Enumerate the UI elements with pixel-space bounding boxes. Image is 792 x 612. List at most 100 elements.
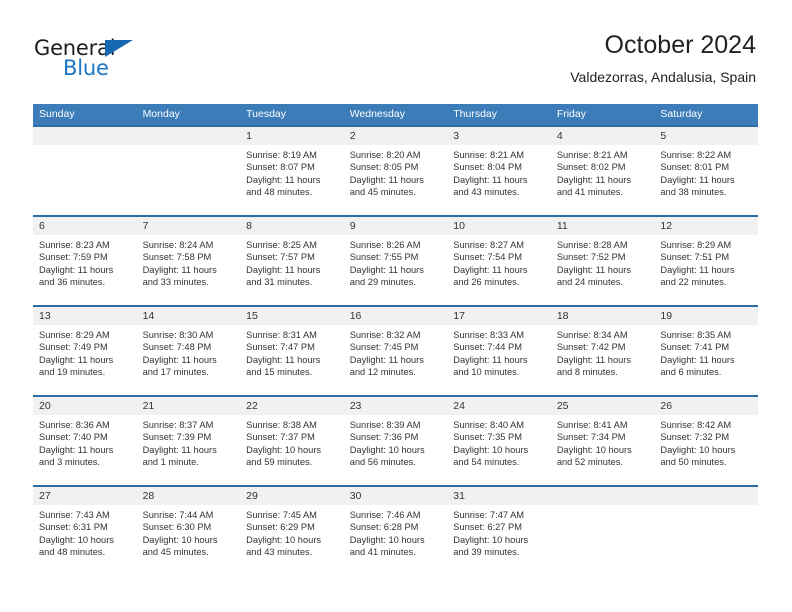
daylight-text-line1: Daylight: 11 hours <box>660 174 735 185</box>
day-number: 11 <box>550 217 655 235</box>
day-info: Sunrise: 8:31 AM Sunset: 7:47 PM Dayligh… <box>240 325 344 379</box>
day-number <box>33 127 137 145</box>
day-cell[interactable]: 16 Sunrise: 8:32 AM Sunset: 7:45 PM Dayl… <box>343 305 448 396</box>
day-cell[interactable]: 18 Sunrise: 8:34 AM Sunset: 7:42 PM Dayl… <box>550 305 655 396</box>
day-cell[interactable]: 1 Sunrise: 8:19 AM Sunset: 8:07 PM Dayli… <box>240 125 344 216</box>
day-info: Sunrise: 8:34 AM Sunset: 7:42 PM Dayligh… <box>551 325 655 379</box>
day-info: Sunrise: 8:42 AM Sunset: 7:32 PM Dayligh… <box>654 415 758 469</box>
day-info: Sunrise: 8:33 AM Sunset: 7:44 PM Dayligh… <box>447 325 551 379</box>
day-cell[interactable] <box>654 485 758 575</box>
day-info: Sunrise: 8:28 AM Sunset: 7:52 PM Dayligh… <box>551 235 655 289</box>
day-cell[interactable]: 23 Sunrise: 8:39 AM Sunset: 7:36 PM Dayl… <box>343 395 448 486</box>
daylight-text-line1: Daylight: 10 hours <box>453 444 529 455</box>
sunrise-text: Sunrise: 8:34 AM <box>556 330 628 340</box>
weekday-header-thursday: Thursday <box>447 104 551 126</box>
sunset-text: Sunset: 7:54 PM <box>453 252 522 263</box>
sunset-text: Sunset: 7:37 PM <box>246 432 315 443</box>
sunset-text: Sunset: 8:04 PM <box>453 162 522 173</box>
sunrise-text: Sunrise: 8:38 AM <box>246 420 317 430</box>
day-cell[interactable]: 21 Sunrise: 8:37 AM Sunset: 7:39 PM Dayl… <box>136 395 241 486</box>
daylight-text-line1: Daylight: 11 hours <box>246 174 321 185</box>
day-cell[interactable]: 8 Sunrise: 8:25 AM Sunset: 7:57 PM Dayli… <box>240 215 344 306</box>
calendar-page: General Blue October 2024 Valdezorras, A… <box>0 0 792 612</box>
daylight-text-line2: and 45 minutes. <box>349 187 416 198</box>
day-number: 17 <box>447 307 551 325</box>
daylight-text-line2: and 50 minutes. <box>660 457 727 468</box>
day-cell[interactable]: 9 Sunrise: 8:26 AM Sunset: 7:55 PM Dayli… <box>343 215 448 306</box>
day-cell[interactable]: 3 Sunrise: 8:21 AM Sunset: 8:04 PM Dayli… <box>447 125 551 216</box>
day-cell[interactable]: 26 Sunrise: 8:42 AM Sunset: 7:32 PM Dayl… <box>654 395 758 486</box>
day-cell[interactable]: 28 Sunrise: 7:44 AM Sunset: 6:30 PM Dayl… <box>136 485 241 575</box>
day-number: 20 <box>33 397 137 415</box>
sunset-text: Sunset: 7:45 PM <box>349 342 419 353</box>
day-cell[interactable] <box>136 125 241 216</box>
daylight-text-line1: Daylight: 11 hours <box>39 264 114 275</box>
daylight-text-line1: Daylight: 11 hours <box>453 174 528 185</box>
day-cell[interactable]: 12 Sunrise: 8:29 AM Sunset: 7:51 PM Dayl… <box>654 215 758 306</box>
day-cell[interactable]: 11 Sunrise: 8:28 AM Sunset: 7:52 PM Dayl… <box>550 215 655 306</box>
daylight-text-line2: and 24 minutes. <box>556 277 623 288</box>
day-info <box>33 145 137 149</box>
day-info: Sunrise: 7:43 AM Sunset: 6:31 PM Dayligh… <box>33 505 137 559</box>
calendar-week-row: 6 Sunrise: 8:23 AM Sunset: 7:59 PM Dayli… <box>33 215 758 306</box>
daylight-text-line1: Daylight: 11 hours <box>246 264 321 275</box>
day-number: 25 <box>550 397 655 415</box>
daylight-text-line1: Daylight: 10 hours <box>246 534 322 545</box>
day-cell[interactable]: 6 Sunrise: 8:23 AM Sunset: 7:59 PM Dayli… <box>33 215 137 306</box>
day-cell[interactable] <box>550 485 655 575</box>
day-cell[interactable]: 19 Sunrise: 8:35 AM Sunset: 7:41 PM Dayl… <box>654 305 758 396</box>
daylight-text-line1: Daylight: 10 hours <box>349 444 425 455</box>
day-cell[interactable] <box>33 125 137 216</box>
sunrise-text: Sunrise: 8:25 AM <box>246 240 317 250</box>
day-number: 2 <box>343 127 448 145</box>
day-cell[interactable]: 20 Sunrise: 8:36 AM Sunset: 7:40 PM Dayl… <box>33 395 137 486</box>
day-number: 5 <box>654 127 758 145</box>
sunrise-text: Sunrise: 8:22 AM <box>660 150 732 160</box>
day-info <box>654 505 758 509</box>
sunset-text: Sunset: 7:58 PM <box>142 252 212 263</box>
day-cell[interactable]: 24 Sunrise: 8:40 AM Sunset: 7:35 PM Dayl… <box>447 395 551 486</box>
day-cell[interactable]: 5 Sunrise: 8:22 AM Sunset: 8:01 PM Dayli… <box>654 125 758 216</box>
day-info: Sunrise: 8:24 AM Sunset: 7:58 PM Dayligh… <box>137 235 241 289</box>
day-info: Sunrise: 8:20 AM Sunset: 8:05 PM Dayligh… <box>344 145 448 199</box>
day-cell[interactable]: 25 Sunrise: 8:41 AM Sunset: 7:34 PM Dayl… <box>550 395 655 486</box>
day-cell[interactable]: 27 Sunrise: 7:43 AM Sunset: 6:31 PM Dayl… <box>33 485 137 575</box>
sunrise-text: Sunrise: 8:24 AM <box>142 240 214 250</box>
day-number: 19 <box>654 307 758 325</box>
daylight-text-line1: Daylight: 10 hours <box>142 534 218 545</box>
daylight-text-line1: Daylight: 11 hours <box>39 354 114 365</box>
daylight-text-line2: and 52 minutes. <box>556 457 623 468</box>
daylight-text-line2: and 45 minutes. <box>142 547 209 558</box>
daylight-text-line2: and 48 minutes. <box>246 187 313 198</box>
day-cell[interactable]: 15 Sunrise: 8:31 AM Sunset: 7:47 PM Dayl… <box>240 305 344 396</box>
day-cell[interactable]: 30 Sunrise: 7:46 AM Sunset: 6:28 PM Dayl… <box>343 485 448 575</box>
day-number: 30 <box>343 487 448 505</box>
day-number: 13 <box>33 307 137 325</box>
sunset-text: Sunset: 7:35 PM <box>453 432 522 443</box>
day-number: 4 <box>550 127 655 145</box>
day-cell[interactable]: 14 Sunrise: 8:30 AM Sunset: 7:48 PM Dayl… <box>136 305 241 396</box>
day-cell[interactable]: 29 Sunrise: 7:45 AM Sunset: 6:29 PM Dayl… <box>240 485 344 575</box>
sunrise-text: Sunrise: 8:30 AM <box>142 330 214 340</box>
sunrise-text: Sunrise: 8:29 AM <box>39 330 110 340</box>
day-number: 24 <box>447 397 551 415</box>
day-info: Sunrise: 8:19 AM Sunset: 8:07 PM Dayligh… <box>240 145 344 199</box>
day-cell[interactable]: 4 Sunrise: 8:21 AM Sunset: 8:02 PM Dayli… <box>550 125 655 216</box>
day-number: 7 <box>136 217 241 235</box>
day-cell[interactable]: 22 Sunrise: 8:38 AM Sunset: 7:37 PM Dayl… <box>240 395 344 486</box>
day-number <box>550 487 655 505</box>
day-number: 8 <box>240 217 344 235</box>
day-cell[interactable]: 7 Sunrise: 8:24 AM Sunset: 7:58 PM Dayli… <box>136 215 241 306</box>
weekday-header-row: Sunday Monday Tuesday Wednesday Thursday… <box>33 104 758 126</box>
day-cell[interactable]: 31 Sunrise: 7:47 AM Sunset: 6:27 PM Dayl… <box>447 485 551 575</box>
day-cell[interactable]: 2 Sunrise: 8:20 AM Sunset: 8:05 PM Dayli… <box>343 125 448 216</box>
day-info: Sunrise: 7:47 AM Sunset: 6:27 PM Dayligh… <box>447 505 551 559</box>
sunset-text: Sunset: 7:57 PM <box>246 252 315 263</box>
day-cell[interactable]: 13 Sunrise: 8:29 AM Sunset: 7:49 PM Dayl… <box>33 305 137 396</box>
daylight-text-line1: Daylight: 10 hours <box>246 444 322 455</box>
sunrise-text: Sunrise: 8:41 AM <box>556 420 628 430</box>
sunrise-text: Sunrise: 8:21 AM <box>556 150 628 160</box>
day-cell[interactable]: 10 Sunrise: 8:27 AM Sunset: 7:54 PM Dayl… <box>447 215 551 306</box>
day-number: 12 <box>654 217 758 235</box>
day-cell[interactable]: 17 Sunrise: 8:33 AM Sunset: 7:44 PM Dayl… <box>447 305 551 396</box>
